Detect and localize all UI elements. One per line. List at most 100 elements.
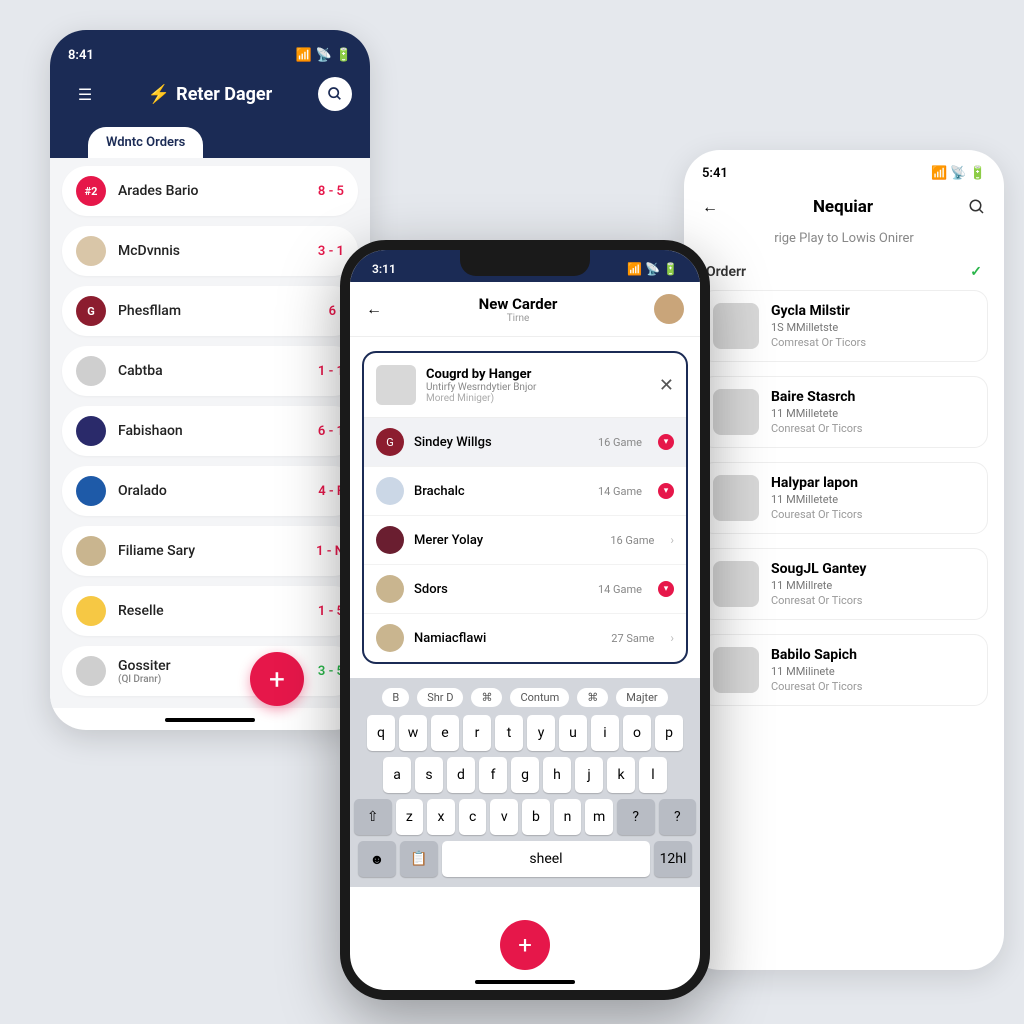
left-header: 8:41 📶📡🔋 ☰ ⚡ Reter Dager Wdntc Orders xyxy=(50,30,370,158)
option-meta: 16 Game xyxy=(610,534,654,547)
key-r[interactable]: r xyxy=(463,715,491,751)
list-item[interactable]: Gossiter(Ql Dranr) 3 - 5 xyxy=(62,646,358,696)
option-icon: G xyxy=(376,428,404,456)
suggestion[interactable]: Shr D xyxy=(417,688,463,707)
avatar xyxy=(713,475,759,521)
suggestion[interactable]: Contum xyxy=(510,688,569,707)
player-meta2: Conresat Or Ticors xyxy=(771,594,866,607)
player-card[interactable]: SougJL Gantey 11 MMillrete Conresat Or T… xyxy=(700,548,988,620)
option-row[interactable]: Brachalc 14 Game ▾ xyxy=(364,467,686,516)
check-icon: ✓ xyxy=(970,264,982,280)
search-icon[interactable] xyxy=(318,77,352,111)
avatar xyxy=(713,389,759,435)
list-item[interactable]: McDvnnis 3 - 1 xyxy=(62,226,358,276)
home-indicator xyxy=(475,980,575,984)
key-u[interactable]: u xyxy=(559,715,587,751)
list-item[interactable]: G Phesfllam 6 - xyxy=(62,286,358,336)
option-meta: 27 Same xyxy=(611,632,654,645)
suggestion[interactable]: Majter xyxy=(616,688,667,707)
key-b[interactable]: b xyxy=(522,799,550,835)
key-z[interactable]: z xyxy=(396,799,424,835)
list-item[interactable]: #2 Arades Bario 8 - 5 xyxy=(62,166,358,216)
player-meta1: 1S MMilletste xyxy=(771,321,866,334)
menu-icon[interactable]: ☰ xyxy=(68,77,102,111)
key-emoji[interactable]: ☻ xyxy=(358,841,396,877)
team-badge xyxy=(76,536,106,566)
header: ← New Carder Tirne xyxy=(350,282,700,337)
key-d[interactable]: d xyxy=(447,757,475,793)
key-space[interactable]: sheel xyxy=(442,841,650,877)
player-card[interactable]: Gycla Milstir 1S MMilletste Comresat Or … xyxy=(700,290,988,362)
key-shift[interactable]: ⇧ xyxy=(354,799,392,835)
key-i[interactable]: i xyxy=(591,715,619,751)
list-item[interactable]: Fabishaon 6 - 1 xyxy=(62,406,358,456)
avatar[interactable] xyxy=(654,294,684,324)
add-button[interactable]: + xyxy=(250,652,304,706)
section-header: Orderr ✓ xyxy=(684,254,1004,290)
team-name: Arades Bario xyxy=(118,183,318,199)
player-info: Baire Stasrch 11 MMilletete Conresat Or … xyxy=(771,389,862,435)
key-clip[interactable]: 📋 xyxy=(400,841,438,877)
search-icon[interactable] xyxy=(968,198,986,216)
option-name: Sdors xyxy=(414,582,588,597)
close-icon[interactable]: ✕ xyxy=(659,375,674,396)
team-name: Cabtba xyxy=(118,363,318,379)
key-num[interactable]: 12hl xyxy=(654,841,692,877)
player-info: Halypar lapon 11 MMilletete Couresat Or … xyxy=(771,475,862,521)
list-item[interactable]: Oralado 4 - F xyxy=(62,466,358,516)
player-card[interactable]: Baire Stasrch 11 MMilletete Conresat Or … xyxy=(700,376,988,448)
key-w[interactable]: w xyxy=(399,715,427,751)
suggestion[interactable]: B xyxy=(382,688,409,707)
option-icon xyxy=(376,477,404,505)
key-f[interactable]: f xyxy=(479,757,507,793)
list-item[interactable]: Reselle 1 - 5 xyxy=(62,586,358,636)
key-e[interactable]: e xyxy=(431,715,459,751)
key-k[interactable]: k xyxy=(607,757,635,793)
suggestion[interactable]: ⌘ xyxy=(471,688,502,707)
key-g[interactable]: g xyxy=(511,757,539,793)
player-name: Halypar lapon xyxy=(771,475,862,491)
player-list[interactable]: Gycla Milstir 1S MMilletste Comresat Or … xyxy=(684,290,1004,706)
key-x[interactable]: x xyxy=(427,799,455,835)
key-y[interactable]: y xyxy=(527,715,555,751)
key-question2[interactable]: ? xyxy=(659,799,697,835)
subtitle: rige Play to Lowis Onirer xyxy=(684,231,1004,254)
list-item[interactable]: Filiame Sary 1 - N xyxy=(62,526,358,576)
option-icon xyxy=(376,526,404,554)
status-icons: 📶 📡 🔋 xyxy=(627,262,678,276)
suggestion[interactable]: ⌘ xyxy=(577,688,608,707)
list-item[interactable]: Cabtba 1 - 1 xyxy=(62,346,358,396)
option-row[interactable]: G Sindey Willgs 16 Game ▾ xyxy=(364,418,686,467)
key-n[interactable]: n xyxy=(554,799,582,835)
back-icon[interactable]: ← xyxy=(702,197,718,217)
back-icon[interactable]: ← xyxy=(366,299,382,319)
player-card[interactable]: Halypar lapon 11 MMilletete Couresat Or … xyxy=(700,462,988,534)
key-t[interactable]: t xyxy=(495,715,523,751)
option-row[interactable]: Sdors 14 Game ▾ xyxy=(364,565,686,614)
key-j[interactable]: j xyxy=(575,757,603,793)
key-m[interactable]: m xyxy=(585,799,613,835)
option-name: Namiacflawi xyxy=(414,631,601,646)
keyboard-row-3: ⇧zxcvbnm?? xyxy=(354,799,696,835)
key-s[interactable]: s xyxy=(415,757,443,793)
option-row[interactable]: Namiacflawi 27 Same › xyxy=(364,614,686,662)
key-q[interactable]: q xyxy=(367,715,395,751)
player-card[interactable]: Babilo Sapich 11 MMilinete Couresat Or T… xyxy=(700,634,988,706)
key-c[interactable]: c xyxy=(459,799,487,835)
key-v[interactable]: v xyxy=(490,799,518,835)
key-l[interactable]: l xyxy=(639,757,667,793)
tab-orders[interactable]: Wdntc Orders xyxy=(88,127,203,158)
option-row[interactable]: Merer Yolay 16 Game › xyxy=(364,516,686,565)
title-bar: ← Nequiar xyxy=(684,187,1004,231)
orders-list[interactable]: #2 Arades Bario 8 - 5 McDvnnis 3 - 1 G Ph… xyxy=(50,158,370,708)
key-h[interactable]: h xyxy=(543,757,571,793)
key-o[interactable]: o xyxy=(623,715,651,751)
key-p[interactable]: p xyxy=(655,715,683,751)
keyboard-suggestions[interactable]: B Shr D ⌘ Contum ⌘ Majter xyxy=(354,684,696,715)
score: 8 - 5 xyxy=(318,184,344,199)
key-a[interactable]: a xyxy=(383,757,411,793)
add-button[interactable]: + xyxy=(500,920,550,970)
phone-right-screen: 5:41 📶 📡 🔋 ← Nequiar rige Play to Lowis … xyxy=(684,150,1004,970)
key-question[interactable]: ? xyxy=(617,799,655,835)
card-text: Cougrd by Hanger Untirfy Wesrndytier Bnj… xyxy=(426,367,649,404)
